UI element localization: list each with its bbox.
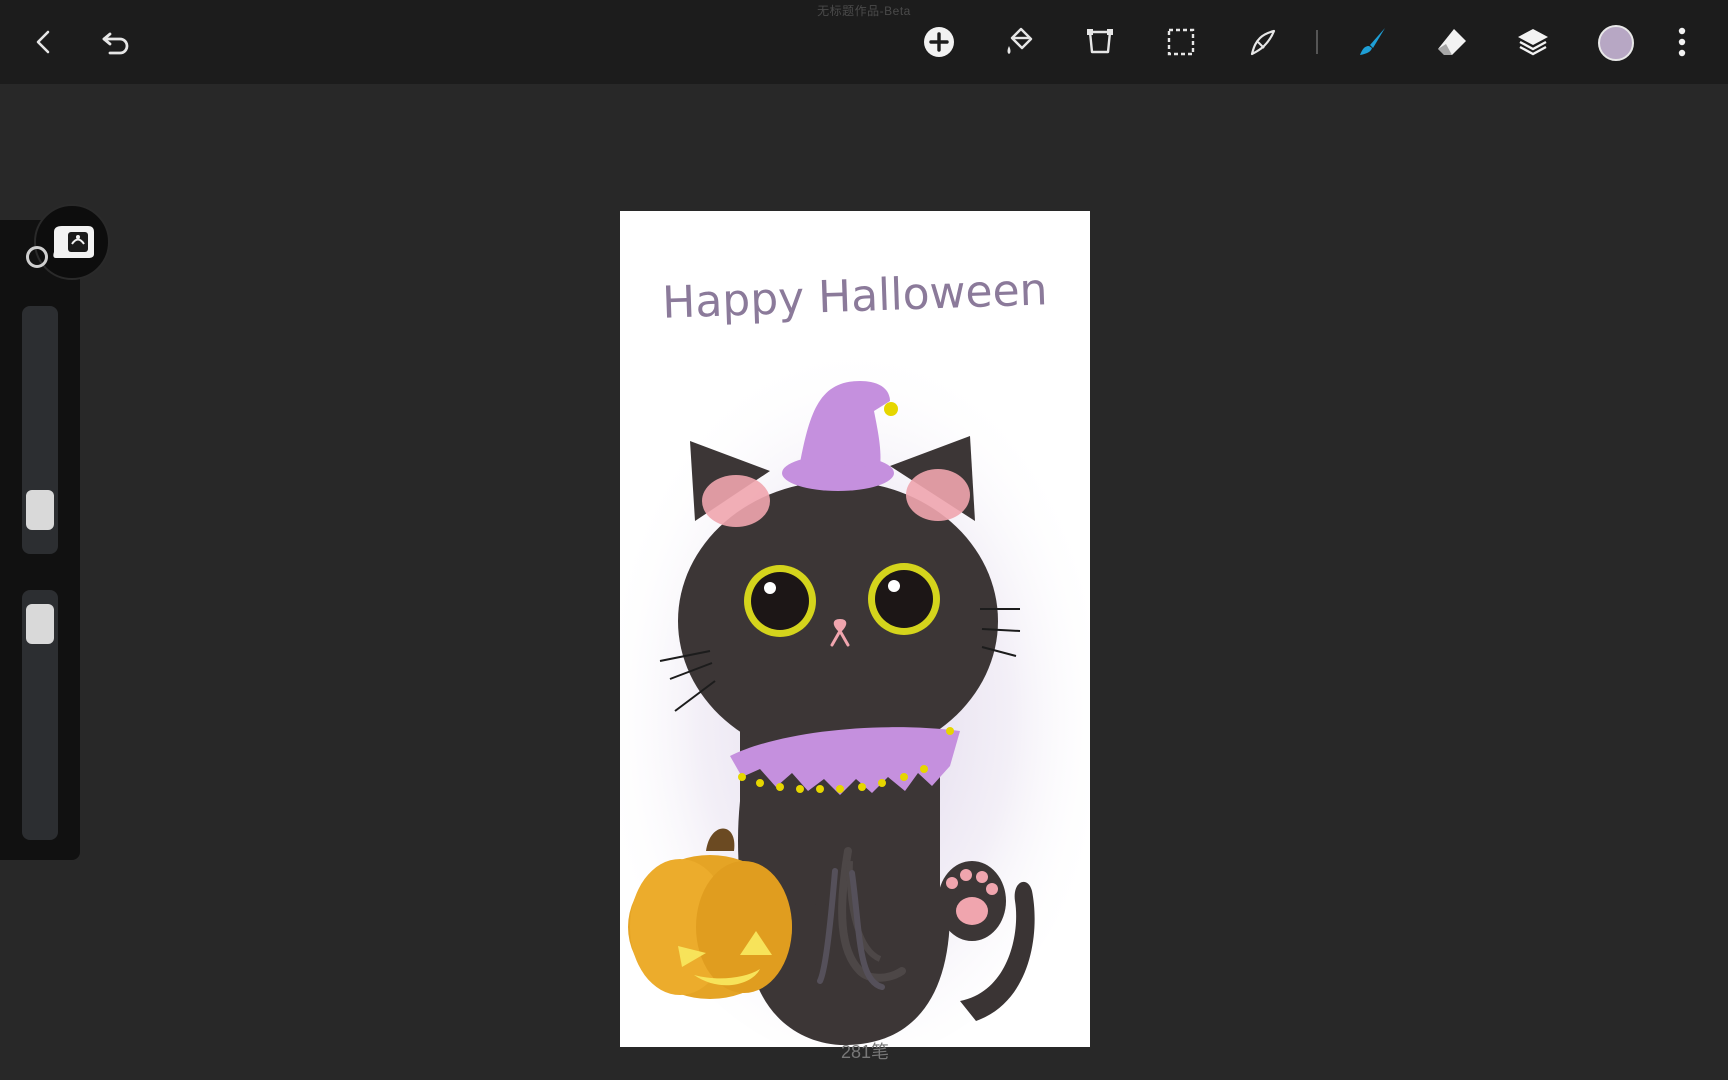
brush-icon: [1360, 28, 1385, 55]
modifier-ring: [26, 246, 48, 268]
smudge-icon: [1250, 29, 1276, 56]
more-icon: [1678, 27, 1686, 57]
color-picker-button[interactable]: [1598, 25, 1634, 61]
artwork: Happy Halloween: [620, 264, 1090, 1047]
back-button[interactable]: [24, 22, 64, 62]
paint-bucket-icon: [1007, 27, 1033, 54]
fill-button[interactable]: [999, 22, 1039, 62]
layers-icon: [1518, 29, 1548, 56]
selection-icon: [1167, 28, 1195, 56]
add-button[interactable]: [919, 22, 959, 62]
opacity-slider[interactable]: [22, 590, 58, 840]
opacity-thumb[interactable]: [26, 604, 54, 645]
document-title: 无标题作品-Beta: [817, 4, 911, 18]
brush-button[interactable]: [1352, 22, 1392, 62]
top-toolbar: 无标题作品-Beta: [0, 0, 1728, 84]
modifier-button[interactable]: [34, 204, 110, 280]
left-sidebar: [0, 220, 80, 860]
transform-icon: [1087, 29, 1113, 54]
brush-size-thumb[interactable]: [26, 490, 54, 530]
back-icon: [36, 30, 50, 54]
drawing-canvas[interactable]: Happy Halloween: [620, 211, 1090, 1047]
artwork-caption: Happy Halloween: [661, 264, 1048, 328]
selection-button[interactable]: [1161, 22, 1201, 62]
smudge-button[interactable]: [1242, 22, 1282, 62]
stroke-count: 281笔: [840, 1042, 890, 1062]
undo-button[interactable]: [96, 22, 136, 62]
undo-icon: [102, 32, 129, 55]
eraser-button[interactable]: [1432, 22, 1472, 62]
transform-button[interactable]: [1080, 22, 1120, 62]
more-button[interactable]: [1662, 22, 1702, 62]
add-icon: [924, 27, 954, 57]
eyedropper-modifier-icon: [53, 226, 94, 258]
brush-size-slider[interactable]: [22, 306, 58, 554]
layers-button[interactable]: [1513, 22, 1553, 62]
eraser-icon: [1438, 29, 1466, 55]
toolbar-divider: [1316, 30, 1318, 54]
